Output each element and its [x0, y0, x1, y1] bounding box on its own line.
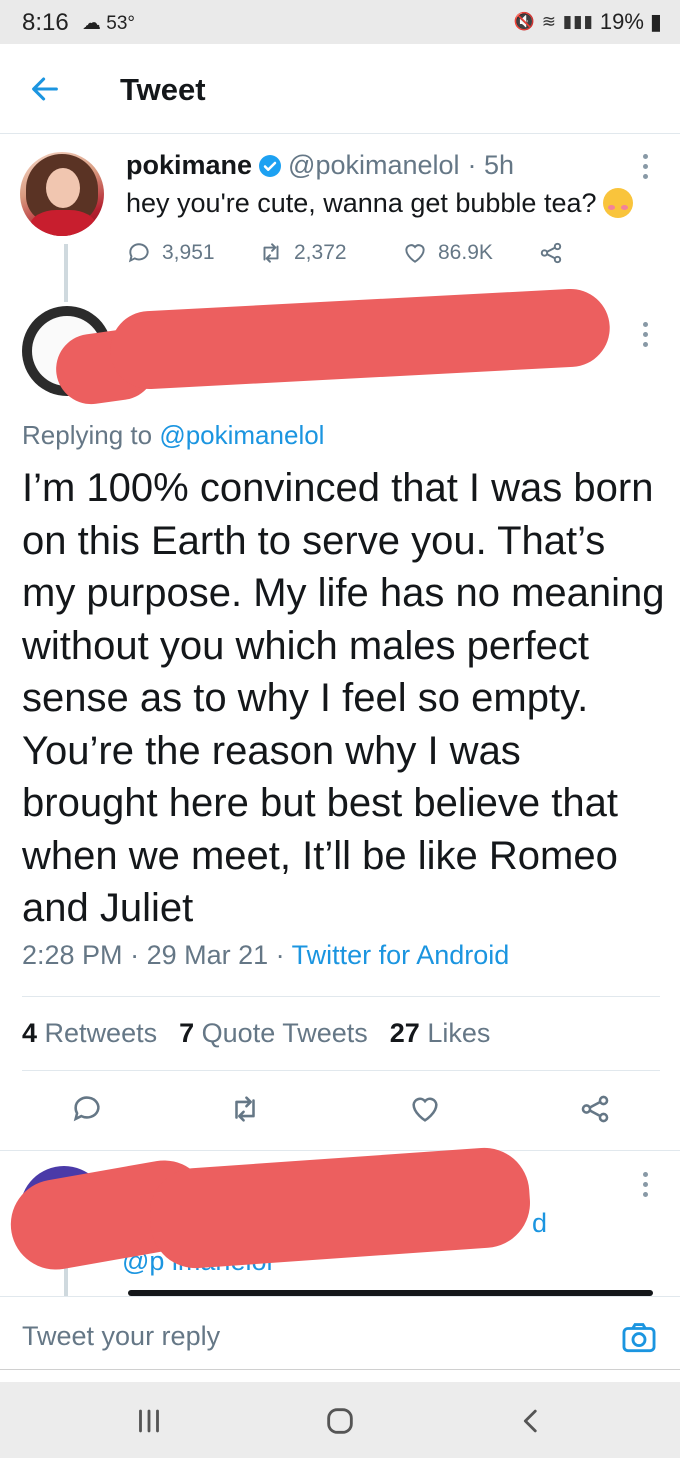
- tweet-age: · 5h: [467, 150, 515, 180]
- reply-button[interactable]: 3,951: [126, 240, 215, 266]
- replying-to-label: Replying to: [22, 420, 160, 450]
- battery-level: 19%: [599, 9, 644, 34]
- status-icons: 🔇 ≋ ▮▮▮ 19% ▮: [514, 9, 662, 35]
- reply-input[interactable]: Tweet your reply: [22, 1321, 220, 1352]
- share-icon: [540, 242, 562, 264]
- heart-icon[interactable]: [408, 1092, 442, 1126]
- tweet-text: hey you're cute, wanna get bubble tea?: [126, 188, 633, 219]
- engagement-stats: 4 Retweets 7 Quote Tweets 27 Likes: [22, 1018, 490, 1049]
- reply-count: 3,951: [162, 241, 215, 264]
- avatar[interactable]: [20, 152, 104, 236]
- recent-apps-icon[interactable]: [132, 1404, 166, 1438]
- retweet-icon[interactable]: [228, 1092, 262, 1126]
- retweet-button[interactable]: 2,372: [258, 240, 347, 266]
- retweets-label: Retweets: [44, 1018, 158, 1048]
- tweet-time: 2:28 PM: [22, 940, 123, 970]
- author-handle[interactable]: @pokimanelol: [288, 150, 460, 181]
- retweet-count: 2,372: [294, 241, 347, 264]
- likes-label: Likes: [427, 1018, 491, 1048]
- retweet-icon: [263, 243, 279, 263]
- like-count: 86.9K: [438, 241, 493, 264]
- replying-to-line: Replying to @pokimanelol: [22, 420, 324, 451]
- heart-icon: [405, 244, 425, 263]
- quote-count: 7: [179, 1018, 195, 1048]
- tweet-text-content: hey you're cute, wanna get bubble tea?: [126, 188, 597, 218]
- reply-icon[interactable]: [70, 1092, 104, 1126]
- more-options-icon[interactable]: [643, 1172, 651, 1197]
- author-name[interactable]: pokimane: [126, 150, 252, 181]
- share-button[interactable]: [538, 240, 574, 266]
- tweet-source[interactable]: Twitter for Android: [292, 940, 510, 970]
- tweet-action-bar: [0, 1088, 680, 1132]
- replying-to-handle[interactable]: @pokimanelol: [159, 420, 324, 450]
- likes-stat[interactable]: 27 Likes: [390, 1018, 491, 1049]
- status-bar: 8:16 ☁ 53° 🔇 ≋ ▮▮▮ 19% ▮: [0, 0, 680, 44]
- back-icon[interactable]: [514, 1404, 548, 1438]
- like-button[interactable]: 86.9K: [402, 240, 493, 266]
- tweet-author-row: pokimane @pokimanelol · 5h: [126, 150, 514, 181]
- quote-label: Quote Tweets: [201, 1018, 368, 1048]
- tweet-action-row: 3,951 2,372 86.9K: [126, 240, 586, 272]
- battery-icon: ▮: [649, 9, 662, 34]
- focused-tweet-text: I’m 100% convinced that I was born on th…: [22, 466, 665, 930]
- reply-composer: Tweet your reply: [0, 1296, 680, 1382]
- camera-icon[interactable]: [620, 1319, 658, 1357]
- page-title: Tweet: [120, 72, 206, 107]
- verified-badge-icon: [259, 154, 282, 177]
- divider: [22, 1070, 660, 1071]
- tweet-date: 29 Mar 21: [146, 940, 269, 970]
- status-time: 8:16: [22, 9, 69, 36]
- retweets-count: 4: [22, 1018, 38, 1048]
- status-temperature: ☁ 53°: [82, 13, 136, 34]
- tweet-metadata: 2:28 PM · 29 Mar 21 · Twitter for Androi…: [22, 940, 510, 970]
- system-nav-bar: [0, 1382, 680, 1458]
- redaction-scribble: [146, 1144, 534, 1272]
- back-arrow-icon[interactable]: [28, 72, 62, 106]
- thread-line: [64, 244, 68, 302]
- top-app-bar: Tweet: [0, 44, 680, 134]
- likes-count: 27: [389, 1018, 420, 1048]
- divider: [0, 1150, 680, 1151]
- blush-emoji-icon: [602, 188, 633, 218]
- more-options-icon[interactable]: [643, 322, 651, 347]
- reply-icon: [128, 243, 149, 263]
- divider: [0, 1369, 680, 1370]
- temperature-value: 53°: [106, 13, 136, 34]
- redaction-scribble: [108, 286, 612, 392]
- retweets-stat[interactable]: 4 Retweets: [22, 1018, 157, 1049]
- quote-tweets-stat[interactable]: 7 Quote Tweets: [179, 1018, 368, 1049]
- third-tweet-name-fragment: d: [532, 1208, 548, 1238]
- divider: [22, 996, 660, 997]
- more-options-icon[interactable]: [643, 154, 651, 179]
- signal-icon: 🔇 ≋ ▮▮▮: [513, 12, 594, 31]
- home-icon[interactable]: [323, 1404, 357, 1438]
- share-icon[interactable]: [578, 1092, 612, 1126]
